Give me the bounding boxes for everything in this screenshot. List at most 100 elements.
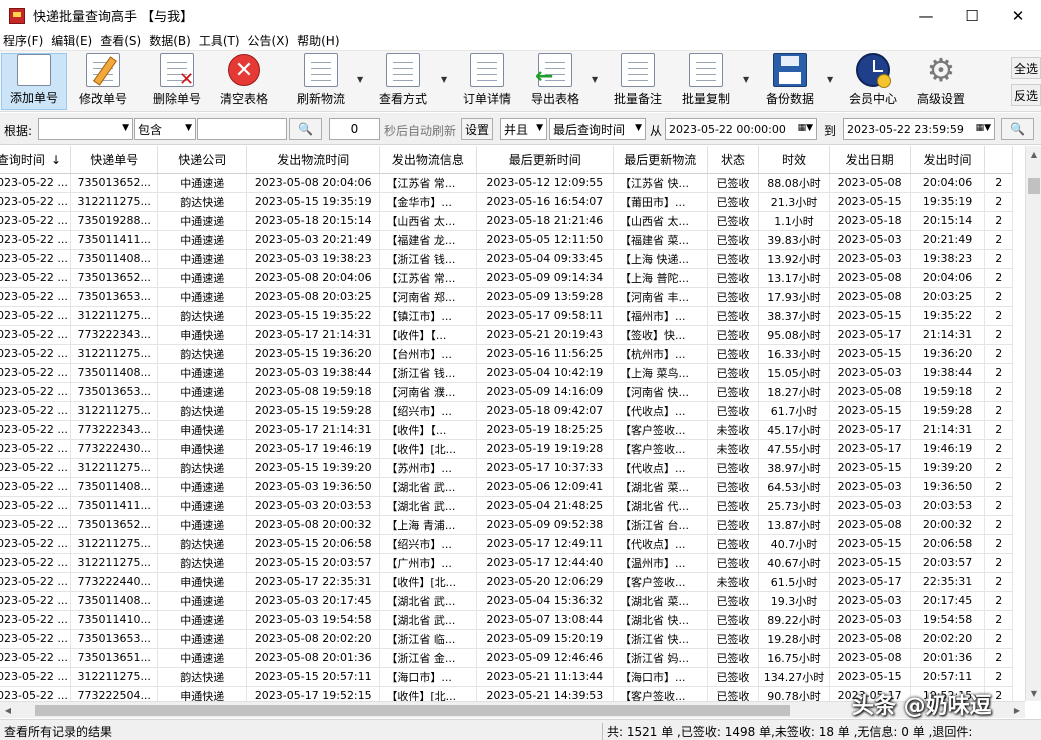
scroll-right-icon[interactable]: ▶ — [1009, 702, 1025, 719]
logic-select[interactable]: 并且 ▼ — [500, 118, 547, 140]
table-row[interactable]: 2023-05-22 ...735013652...中通速递2023-05-08… — [0, 173, 1013, 193]
view-mode-button[interactable]: 查看方式 — [372, 53, 434, 110]
delete-order-button[interactable]: ✕ 删除单号 — [146, 53, 208, 110]
backup-data-button[interactable]: 备份数据 — [759, 53, 821, 110]
invert-selection-button[interactable]: 反选 — [1011, 84, 1041, 106]
order-details-button[interactable]: 订单详情 — [456, 53, 518, 110]
table-row[interactable]: 2023-05-22 ...312211275...韵达快递2023-05-15… — [0, 667, 1013, 687]
time-field-select[interactable]: 最后查询时间 ▼ — [549, 118, 646, 140]
refresh-logistics-button[interactable]: 刷新物流 — [290, 53, 352, 110]
member-center-button[interactable]: 会员中心 — [842, 53, 904, 110]
table-row[interactable]: 2023-05-22 ...735011411...中通速递2023-05-03… — [0, 496, 1013, 516]
table-cell: 2 — [984, 572, 1013, 592]
table-cell: 2023-05-17 22:35:31 — [246, 572, 381, 592]
column-header[interactable]: 状态 — [707, 146, 760, 174]
view-mode-dropdown-icon[interactable]: ▼ — [441, 75, 447, 84]
close-button[interactable]: ✕ — [995, 0, 1041, 31]
clock-icon — [856, 53, 891, 88]
table-row[interactable]: 2023-05-22 ...735013652...中通速递2023-05-08… — [0, 268, 1013, 288]
table-row[interactable]: 2023-05-22 ...735011408...中通速递2023-05-03… — [0, 249, 1013, 269]
edit-order-button[interactable]: 修改单号 — [72, 53, 134, 110]
column-header[interactable]: 最后更新物流 — [613, 146, 708, 174]
menu-program[interactable]: 程序(F) — [0, 32, 46, 49]
table-row[interactable]: 2023-05-22 ...735013651...中通速递2023-05-08… — [0, 648, 1013, 668]
table-row[interactable]: 2023-05-22 ...312211275...韵达快递2023-05-15… — [0, 534, 1013, 554]
date-search-button[interactable]: 🔍 — [1001, 118, 1034, 140]
refresh-seconds-input[interactable]: 0 — [329, 118, 380, 140]
table-row[interactable]: 2023-05-22 ...735013653...中通速递2023-05-08… — [0, 287, 1013, 307]
table-cell: 2023-05-09 15:20:19 — [476, 629, 615, 649]
table-row[interactable]: 2023-05-22 ...735011411...中通速递2023-05-03… — [0, 230, 1013, 250]
menu-announcement[interactable]: 公告(X) — [245, 32, 293, 49]
table-row[interactable]: 2023-05-22 ...735011408...中通速递2023-05-03… — [0, 363, 1013, 383]
column-header[interactable]: 快递单号 — [70, 146, 159, 174]
minimize-button[interactable]: — — [903, 0, 949, 31]
vertical-scrollbar[interactable]: ▲ ▼ — [1025, 146, 1041, 701]
add-order-button[interactable]: 添加单号 — [1, 53, 67, 110]
scroll-up-icon[interactable]: ▲ — [1026, 146, 1041, 162]
advanced-settings-button[interactable]: ⚙ 高级设置 — [910, 53, 972, 110]
table-row[interactable]: 2023-05-22 ...735011408...中通速递2023-05-03… — [0, 591, 1013, 611]
vertical-scroll-thumb[interactable] — [1028, 178, 1040, 194]
table-row[interactable]: 2023-05-22 ...312211275...韵达快递2023-05-15… — [0, 401, 1013, 421]
table-row[interactable]: 2023-05-22 ...312211275...韵达快递2023-05-15… — [0, 458, 1013, 478]
scroll-left-icon[interactable]: ◀ — [0, 702, 16, 719]
table-row[interactable]: 2023-05-22 ...773222343...申通快递2023-05-17… — [0, 420, 1013, 440]
table-row[interactable]: 2023-05-22 ...312211275...韵达快递2023-05-15… — [0, 344, 1013, 364]
table-row[interactable]: 2023-05-22 ...773222430...申通快递2023-05-17… — [0, 439, 1013, 459]
column-header[interactable]: 快递公司 — [157, 146, 248, 174]
table-row[interactable]: 2023-05-22 ...735013653...中通速递2023-05-08… — [0, 382, 1013, 402]
menu-view[interactable]: 查看(S) — [97, 32, 144, 49]
search-button[interactable]: 🔍 — [289, 118, 322, 140]
column-header[interactable]: 发出日期 — [829, 146, 911, 174]
table-cell: 2023-05-22 ... — [0, 515, 71, 535]
table-cell: 已签收 — [707, 477, 760, 497]
clear-table-button[interactable]: ✕ 清空表格 — [213, 53, 275, 110]
export-icon: ← — [535, 53, 572, 89]
maximize-button[interactable]: ☐ — [949, 0, 995, 31]
match-mode-select[interactable]: 包含 ▼ — [134, 118, 196, 140]
column-header[interactable] — [984, 146, 1013, 174]
menu-tools[interactable]: 工具(T) — [196, 32, 243, 49]
table-row[interactable]: 2023-05-22 ...735013653...中通速递2023-05-08… — [0, 629, 1013, 649]
export-dropdown-icon[interactable]: ▼ — [592, 75, 598, 84]
column-header[interactable]: 发出时间 — [910, 146, 986, 174]
settings-button[interactable]: 设置 — [461, 118, 493, 140]
menu-edit[interactable]: 编辑(E) — [48, 32, 95, 49]
menu-data[interactable]: 数据(B) — [146, 32, 194, 49]
table-row[interactable]: 2023-05-22 ...773222343...申通快递2023-05-17… — [0, 325, 1013, 345]
table-row[interactable]: 2023-05-22 ...773222440...申通快递2023-05-17… — [0, 572, 1013, 592]
table-row[interactable]: 2023-05-22 ...735011408...中通速递2023-05-03… — [0, 477, 1013, 497]
scroll-down-icon[interactable]: ▼ — [1026, 685, 1041, 701]
table-row[interactable]: 2023-05-22 ...735011410...中通速递2023-05-03… — [0, 610, 1013, 630]
backup-dropdown-icon[interactable]: ▼ — [827, 75, 833, 84]
column-header-label: 状态 — [720, 152, 745, 167]
filter-field-select[interactable]: ▼ — [38, 118, 133, 140]
table-row[interactable]: 2023-05-22 ...312211275...韵达快递2023-05-15… — [0, 553, 1013, 573]
table-row[interactable]: 2023-05-22 ...735019288...中通速递2023-05-18… — [0, 211, 1013, 231]
refresh-dropdown-icon[interactable]: ▼ — [357, 75, 363, 84]
table-cell: 2023-05-03 — [829, 496, 911, 516]
column-header[interactable]: 发出物流时间 — [246, 146, 381, 174]
horizontal-scroll-thumb[interactable] — [35, 705, 790, 716]
menu-help[interactable]: 帮助(H) — [294, 32, 342, 49]
to-date-picker[interactable]: 2023-05-22 23:59:59 ▦▼ — [843, 118, 995, 140]
table-row[interactable]: 2023-05-22 ...735013652...中通速递2023-05-08… — [0, 515, 1013, 535]
table-row[interactable]: 2023-05-22 ...312211275...韵达快递2023-05-15… — [0, 306, 1013, 326]
keyword-input[interactable] — [197, 118, 287, 140]
table-cell: 已签收 — [707, 344, 760, 364]
batch-copy-button[interactable]: 批量复制 — [675, 53, 737, 110]
column-header[interactable]: 查询时间 ↓ — [0, 146, 71, 174]
column-header[interactable]: 最后更新时间 — [476, 146, 615, 174]
batch-note-button[interactable]: 批量备注 — [607, 53, 669, 110]
column-header[interactable]: 发出物流信息 — [379, 146, 477, 174]
select-all-button[interactable]: 全选 — [1011, 57, 1041, 79]
results-table[interactable]: 查询时间 ↓ 快递单号 快递公司 发出物流时间 发出物流信息 最后更新时间 最后更新物流 状态 时… — [0, 146, 1025, 701]
table-cell: 2 — [984, 173, 1013, 193]
table-cell: 【福州市】... — [613, 306, 708, 326]
copy-dropdown-icon[interactable]: ▼ — [743, 75, 749, 84]
from-date-picker[interactable]: 2023-05-22 00:00:00 ▦▼ — [665, 118, 817, 140]
table-row[interactable]: 2023-05-22 ...312211275...韵达快递2023-05-15… — [0, 192, 1013, 212]
export-table-button[interactable]: ← 导出表格 — [524, 53, 586, 110]
column-header[interactable]: 时效 — [758, 146, 830, 174]
